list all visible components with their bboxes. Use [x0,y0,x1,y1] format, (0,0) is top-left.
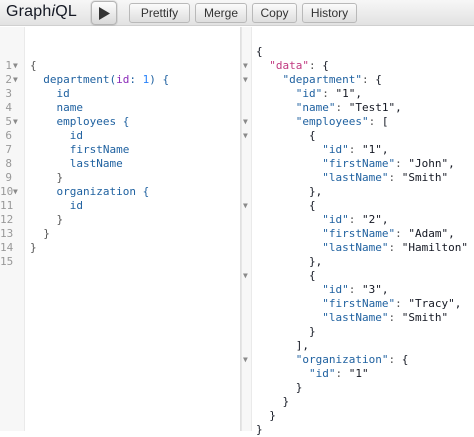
result-line: "id": "1", [242,87,474,101]
result-line: ▼ { [242,129,474,143]
result-line-text: { [256,199,316,212]
play-icon [99,7,110,20]
result-line-text: "department": { [282,73,382,86]
result-line-text: } [256,381,303,394]
result-line: "lastName": "Smith" [242,311,474,325]
result-line: } [242,381,474,395]
result-line: ▼ "department": { [242,73,474,87]
result-line: "lastName": "Hamilton" [242,241,474,255]
result-line: "id": "2", [242,213,474,227]
result-line-text: "lastName": "Hamilton" [322,241,468,254]
result-line-text: ], [256,339,309,352]
result-line: "id": "3", [242,283,474,297]
result-line-text: }, [256,255,323,268]
query-line-12[interactable]: 12 } [0,199,240,226]
result-line-text: "id": "2", [322,213,389,226]
result-line-text: "id": "1", [322,143,389,156]
result-line: ▼ { [242,269,474,283]
fold-arrow-icon[interactable]: ▼ [243,115,248,129]
result-line: } [242,325,474,339]
result-line-text: "firstName": "Adam", [322,227,455,240]
query-line-15[interactable]: 15 [0,241,240,268]
query-editor[interactable]: 1 ▼{ 2 ▼ department(id: 1) { 3 id 4 name 5… [0,27,241,431]
fold-arrow-icon[interactable]: ▼ [243,199,248,213]
result-line-text: "id": "1" [308,367,369,380]
result-line: ▼ "data": { [242,59,474,73]
query-line-13[interactable]: 13 } [0,213,240,240]
query-line-5[interactable]: 5 ▼ employees { [0,101,240,128]
result-line-text: "employees": [ [295,115,389,128]
result-line: { [242,45,474,59]
query-line-9[interactable]: 9 } [0,157,240,184]
query-line-10[interactable]: 10 ▼ organization { [0,171,240,198]
fold-arrow-icon[interactable]: ▼ [243,353,248,367]
query-line-7[interactable]: 7 firstName [0,129,240,156]
query-line-14[interactable]: 14} [0,227,240,254]
query-line-4[interactable]: 4 name [0,87,240,114]
result-line: "firstName": "Tracy", [242,297,474,311]
result-line: ▼ "organization": { [242,353,474,367]
result-line-text: "lastName": "Smith" [322,311,449,324]
merge-button[interactable]: Merge [195,3,247,23]
fold-arrow-icon[interactable]: ▼ [243,73,248,87]
result-line-text: } [256,325,316,338]
result-line-text: "id": "3", [322,283,389,296]
result-line-text: { [256,45,263,58]
result-line-text: { [256,129,316,142]
query-line-1[interactable]: 1 ▼{ [0,45,240,72]
result-line-text: "firstName": "Tracy", [322,297,462,310]
result-line: "id": "1" [242,367,474,381]
result-line-text: "id": "1", [295,87,362,100]
result-line-text: } [256,409,276,422]
result-line-text: "organization": { [295,353,409,366]
result-viewer[interactable]: {▼ "data": {▼ "department": { "id": "1",… [241,27,474,436]
query-line-3[interactable]: 3 id [0,73,240,100]
result-line-text: "name": "Test1", [295,101,402,114]
query-line-2[interactable]: 2 ▼ department(id: 1) { [0,59,240,86]
result-line-text: "firstName": "John", [322,157,455,170]
result-line-text: "lastName": "Smith" [322,171,449,184]
result-line: }, [242,255,474,269]
result-line: ], [242,339,474,353]
result-line-text: } [256,395,290,408]
result-line-text: { [256,269,316,282]
execute-query-button[interactable] [91,1,117,25]
result-line: } [242,409,474,423]
graphiql-logo: GraphiQL [6,3,77,21]
history-button[interactable]: History [302,3,357,23]
result-line: "name": "Test1", [242,101,474,115]
result-line-text: } [256,423,263,436]
fold-arrow-icon[interactable]: ▼ [243,59,248,73]
toolbar: GraphiQL Prettify Merge Copy History [0,0,474,26]
fold-arrow-icon[interactable]: ▼ [243,269,248,283]
logo-suffix: QL [55,3,77,20]
fold-arrow-icon[interactable]: ▼ [243,129,248,143]
prettify-button[interactable]: Prettify [129,3,190,23]
copy-button[interactable]: Copy [252,3,297,23]
result-line: "firstName": "Adam", [242,227,474,241]
query-line-6[interactable]: 6 id [0,115,240,142]
result-line: "lastName": "Smith" [242,171,474,185]
result-line-text: "data": { [269,59,329,72]
logo-prefix: Graph [6,3,52,20]
result-line: "firstName": "John", [242,157,474,171]
query-line-11[interactable]: 11 id [0,185,240,212]
result-line: }, [242,185,474,199]
result-line: } [242,423,474,437]
result-line: ▼ { [242,199,474,213]
result-line: ▼ "employees": [ [242,115,474,129]
query-line-8[interactable]: 8 lastName [0,143,240,170]
result-line-text: }, [256,185,323,198]
result-line: "id": "1", [242,143,474,157]
result-line: } [242,395,474,409]
